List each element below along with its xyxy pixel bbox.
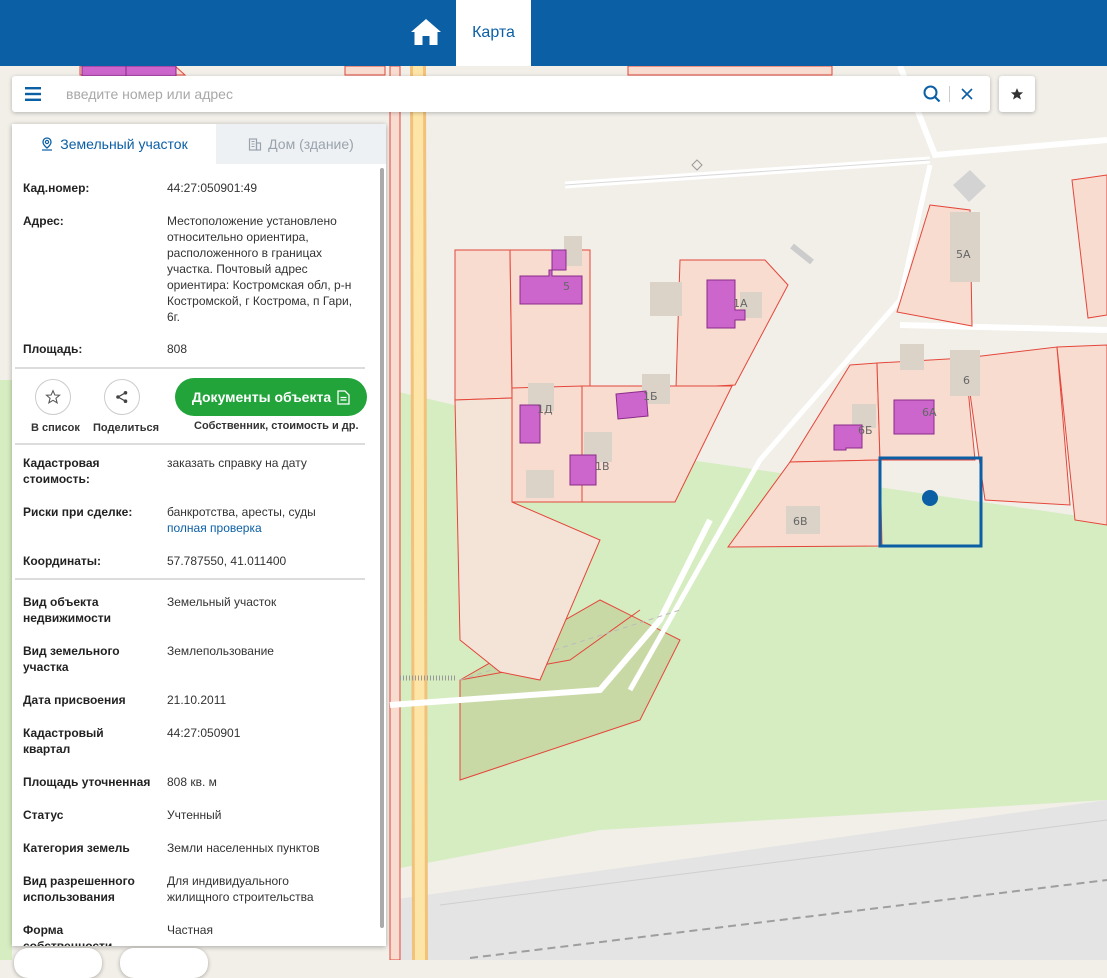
detail-row: Дата присвоения 21.10.2011 (12, 692, 378, 708)
coordinates-key: Координаты: (23, 554, 102, 568)
share-button[interactable] (104, 379, 140, 415)
detail-value: Для индивидуального жилищного строительс… (167, 874, 314, 904)
parcel-label-6v: 6В (793, 515, 808, 528)
share-label: Поделиться (93, 422, 160, 434)
cadastral-value-key: Кадастровая стоимость: (23, 456, 100, 486)
detail-value: 808 кв. м (167, 775, 217, 789)
map-control-right[interactable] (120, 948, 208, 978)
detail-key: Статус (23, 808, 64, 822)
search-input[interactable] (54, 77, 919, 111)
info-row-address: Адрес: Местоположение установлено относи… (12, 213, 378, 325)
detail-value: Частная (167, 923, 213, 937)
area-key: Площадь: (23, 342, 83, 356)
tab-map[interactable]: Карта (456, 0, 531, 66)
detail-row: Вид земельного участка Землепользование (12, 643, 378, 675)
risks-key: Риски при сделке: (23, 505, 133, 519)
detail-key: Дата присвоения (23, 693, 126, 707)
add-to-list-label: В список (31, 422, 80, 434)
panel-tabs: Земельный участок Дом (здание) (12, 124, 386, 164)
home-icon (411, 19, 441, 45)
documents-button[interactable]: Документы объекта (175, 378, 367, 416)
full-check-link[interactable]: полная проверка (167, 520, 367, 536)
panel-scrollbar[interactable] (380, 168, 384, 928)
info-row-area: Площадь: 808 (12, 341, 378, 357)
panel-body[interactable]: Кад.номер: 44:27:050901:49 Адрес: Местоп… (12, 164, 378, 946)
cad-number-key: Кад.номер: (23, 181, 90, 195)
action-bar: В список Поделиться Документы объекта Со… (12, 369, 378, 443)
cad-number-link[interactable]: 44:27:050901:49 (167, 180, 367, 196)
info-row-coordinates: Координаты: 57.787550, 41.011400 (12, 553, 378, 569)
detail-row: Категория земель Земли населенных пункто… (12, 840, 378, 856)
documents-subtitle: Собственник, стоимость и др. (194, 420, 359, 432)
area-value: 808 (167, 342, 188, 356)
parcel-label-1d: 1Д (537, 403, 553, 416)
parcel-label-5a: 5А (956, 248, 971, 261)
documents-button-label: Документы объекта (191, 389, 332, 405)
search-icon (923, 85, 941, 103)
detail-row: Площадь уточненная 808 кв. м (12, 774, 378, 790)
menu-button[interactable] (12, 76, 54, 112)
star-outline-icon (45, 389, 61, 405)
search-divider (949, 86, 950, 102)
detail-row: Статус Учтенный (12, 807, 378, 823)
document-icon (337, 389, 350, 405)
info-row-cadastral-value: Кадастровая стоимость: заказать справку … (12, 455, 378, 487)
parcel-label-1a: 1А (733, 297, 748, 310)
detail-value: Землепользование (167, 644, 274, 658)
detail-value: 21.10.2011 (167, 693, 227, 707)
parcel-label-1v: 1В (595, 460, 610, 473)
map-pin-icon (42, 137, 53, 151)
home-button[interactable] (404, 12, 448, 52)
detail-row: Форма собственности Частная (12, 922, 378, 946)
detail-value: Земли населенных пунктов (167, 841, 320, 855)
add-to-list-button[interactable] (35, 379, 71, 415)
info-row-risks: Риски при сделке: банкротства, аресты, с… (12, 504, 378, 536)
parcel-label-5: 5 (563, 280, 570, 293)
search-button[interactable] (919, 81, 945, 107)
detail-key: Вид земельного участка (23, 644, 120, 674)
detail-key: Форма собственности (23, 923, 113, 946)
share-icon (116, 391, 128, 403)
map-control-left[interactable] (14, 948, 102, 978)
close-icon (961, 88, 973, 100)
tab-house[interactable]: Дом (здание) (216, 124, 386, 164)
address-value: Местоположение установлено относительно … (167, 214, 353, 324)
detail-value: Учтенный (167, 808, 222, 822)
parcel-label-6: 6 (963, 374, 970, 387)
detail-row: Вид разрешенного использования Для индив… (12, 873, 378, 905)
tab-land-plot[interactable]: Земельный участок (12, 124, 216, 164)
parcel-label-6b: 6Б (858, 424, 873, 437)
detail-key: Вид разрешенного использования (23, 874, 135, 904)
coordinates-value: 57.787550, 41.011400 (167, 554, 287, 568)
detail-key: Кадастровый квартал (23, 726, 104, 756)
order-certificate-link[interactable]: заказать справку на дату (167, 455, 367, 487)
address-key: Адрес: (23, 214, 64, 228)
info-row-cad-number: Кад.номер: 44:27:050901:49 (12, 180, 378, 196)
parcel-label-6a: 6А (922, 406, 937, 419)
detail-row: Кадастровый квартал 44:27:050901 (12, 725, 378, 757)
detail-value: 44:27:050901 (167, 726, 241, 740)
tab-house-label: Дом (здание) (268, 136, 354, 152)
risks-text: банкротства, аресты, суды (167, 505, 316, 519)
top-bar: Карта (0, 0, 1107, 66)
building-icon (249, 138, 262, 151)
hamburger-icon (25, 87, 41, 101)
search-bar (12, 76, 990, 112)
detail-key: Вид объекта недвижимости (23, 595, 111, 625)
star-icon (1010, 88, 1024, 100)
detail-value: Земельный участок (167, 595, 277, 609)
tab-land-plot-label: Земельный участок (60, 136, 188, 152)
parcel-label-1b: 1Б (643, 390, 658, 403)
detail-key: Категория земель (23, 841, 130, 855)
clear-button[interactable] (954, 81, 980, 107)
favorites-button[interactable] (999, 76, 1035, 112)
detail-key: Площадь уточненная (23, 775, 151, 789)
detail-row: Вид объекта недвижимости Земельный участ… (12, 594, 378, 626)
parcel-info-panel: Земельный участок Дом (здание) Кад.номер… (12, 124, 386, 946)
